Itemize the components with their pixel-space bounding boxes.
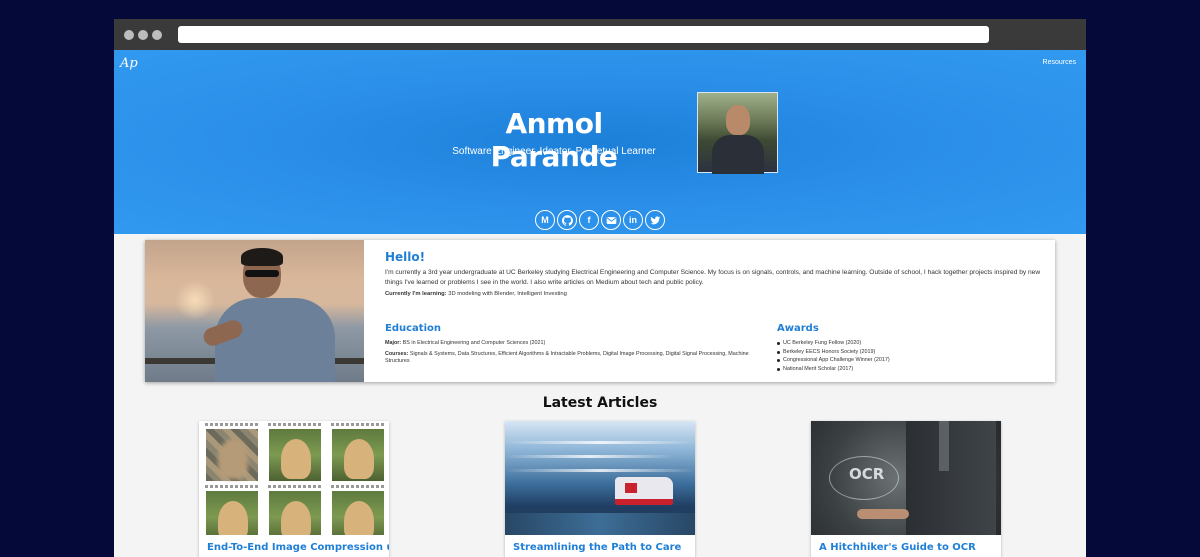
awards-section: Awards UC Berkeley Fung Fellow (2020) Be… [777, 323, 977, 373]
courses-label: Courses: [385, 350, 409, 357]
major-label: Major: [385, 340, 402, 346]
education-section: Education Major: BS in Electrical Engine… [385, 323, 765, 366]
window-maximize-dot[interactable] [152, 30, 162, 40]
article-thumbnail [199, 421, 389, 535]
award-item: Berkeley EECS Honors Society (2019) [777, 348, 977, 357]
about-intro: I'm currently a 3rd year undergraduate a… [385, 269, 1041, 286]
major-value: BS in Electrical Engineering and Compute… [401, 340, 546, 346]
education-heading: Education [385, 323, 441, 334]
hero-banner: Ap Resources Anmol Parande Software Engi… [114, 50, 1086, 234]
learning-label: Currently I'm learning: [385, 291, 447, 297]
about-card: Hello! I'm currently a 3rd year undergra… [145, 240, 1055, 382]
about-heading: Hello! [385, 250, 426, 264]
email-icon[interactable] [601, 210, 621, 230]
social-links: M f in [535, 210, 665, 230]
browser-toolbar [114, 19, 1086, 50]
site-logo[interactable]: Ap [120, 56, 138, 71]
award-item: Congressional App Challenge Winner (2017… [777, 356, 977, 365]
article-title[interactable]: End-To-End Image Compression using [207, 542, 389, 553]
article-title[interactable]: A Hitchhiker's Guide to OCR [819, 542, 976, 553]
browser-window: Ap Resources Anmol Parande Software Engi… [114, 19, 1086, 557]
ocr-image-text: OCR [849, 465, 885, 483]
article-card[interactable]: End-To-End Image Compression using [199, 421, 389, 557]
awards-list: UC Berkeley Fung Fellow (2020) Berkeley … [777, 339, 977, 373]
article-thumbnail: OCR [811, 421, 1001, 535]
window-minimize-dot[interactable] [138, 30, 148, 40]
article-card[interactable]: Streamlining the Path to Care [505, 421, 695, 557]
award-item: National Merit Scholar (2017) [777, 365, 977, 374]
education-courses: Courses: Signals & Systems, Data Structu… [385, 351, 765, 366]
twitter-icon[interactable] [645, 210, 665, 230]
page-title: Anmol Parande [490, 107, 618, 173]
article-title[interactable]: Streamlining the Path to Care [513, 542, 681, 553]
article-card[interactable]: OCR A Hitchhiker's Guide to OCR [811, 421, 1001, 557]
courses-value: Signals & Systems, Data Structures, Effi… [385, 350, 749, 365]
award-item: UC Berkeley Fung Fellow (2020) [777, 339, 977, 348]
learning-value: 3D modeling with Blender, Intelligent In… [446, 291, 567, 297]
education-major: Major: BS in Electrical Engineering and … [385, 340, 765, 348]
linkedin-icon[interactable]: in [623, 210, 643, 230]
profile-photo [697, 92, 778, 174]
nav-link-resources[interactable]: Resources [1043, 59, 1076, 66]
github-icon[interactable] [557, 210, 577, 230]
awards-heading: Awards [777, 323, 819, 334]
article-thumbnail [505, 421, 695, 535]
medium-icon[interactable]: M [535, 210, 555, 230]
hero-subtitle: Software Engineer, Ideator, Perpetual Le… [452, 146, 656, 157]
about-photo [145, 240, 364, 382]
latest-articles-heading: Latest Articles [542, 395, 658, 411]
currently-learning: Currently I'm learning: 3D modeling with… [385, 291, 1045, 297]
about-content: Hello! I'm currently a 3rd year undergra… [385, 250, 1045, 372]
address-bar[interactable] [178, 26, 989, 43]
window-close-dot[interactable] [124, 30, 134, 40]
facebook-icon[interactable]: f [579, 210, 599, 230]
